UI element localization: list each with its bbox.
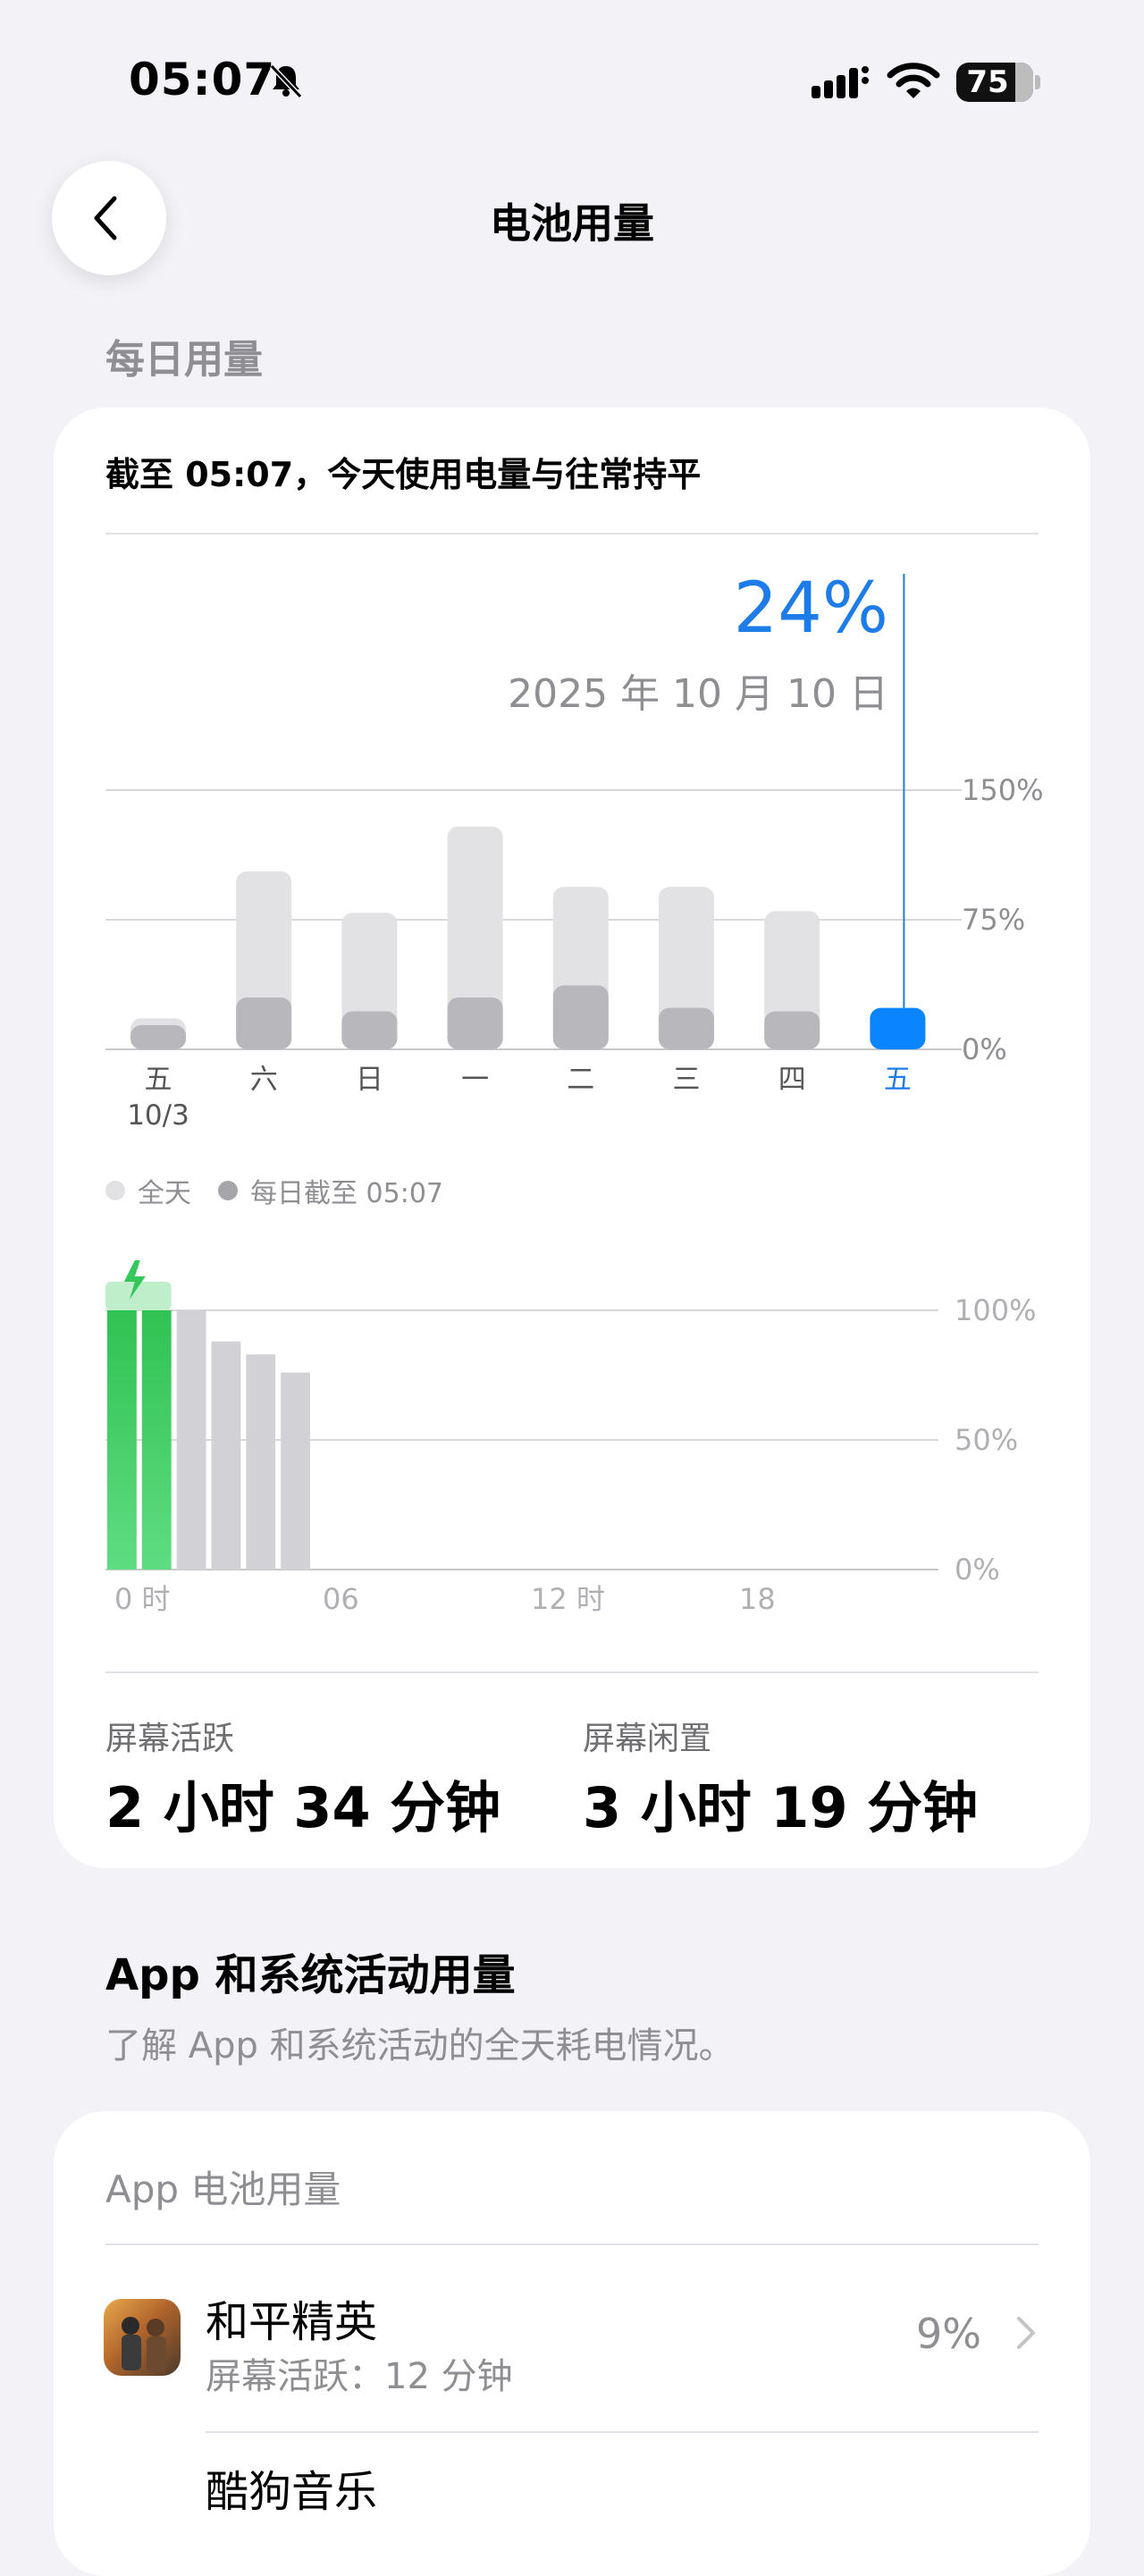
y-tick-label: 100%: [955, 1293, 1036, 1327]
bar-level: [246, 1354, 276, 1570]
app-name: 和平精英: [206, 2297, 378, 2347]
battery-level: 75: [966, 64, 1009, 100]
app-usage-header: App 电池用量: [105, 2168, 341, 2211]
bar-level: [211, 1341, 241, 1570]
divider: [206, 2431, 1039, 2433]
activity-section-title: App 和系统活动用量: [105, 1950, 516, 2000]
y-tick-label: 50%: [955, 1423, 1018, 1457]
daily-usage-header: 每日用量: [105, 337, 263, 383]
legend-dot-dark: [218, 1181, 238, 1200]
page-title: 电池用量: [490, 199, 654, 248]
wifi-icon: [887, 63, 940, 98]
battery-indicator: 75: [956, 63, 1040, 102]
daily-usage-chart[interactable]: 0%75%150%五10/3六日一二三四五: [54, 408, 1090, 1158]
app-usage-card: App 电池用量 和平精英 屏幕活跃：12 分钟 9% 酷狗音乐: [54, 2111, 1090, 2576]
day-label: 日: [356, 1064, 383, 1096]
bar-to-time: [659, 1007, 714, 1049]
day-label: 五: [145, 1064, 172, 1096]
screen-idle-value: 3 小时 19 分钟: [583, 1775, 979, 1840]
y-tick-label: 150%: [962, 773, 1043, 807]
y-tick-label: 0%: [962, 1032, 1007, 1066]
bar-to-time: [341, 1011, 398, 1049]
day-label: 四: [778, 1064, 806, 1096]
x-tick-label: 18: [739, 1582, 776, 1616]
silent-bell-icon: [269, 63, 303, 99]
status-time: 05:07: [129, 54, 276, 105]
activity-section-description: 了解 App 和系统活动的全天耗电情况。: [105, 2025, 735, 2067]
bar-to-time: [236, 998, 292, 1049]
legend-label-all-day: 全天: [138, 1178, 191, 1209]
x-tick-label: 06: [323, 1582, 359, 1616]
cellular-signal-icon: [812, 66, 869, 98]
x-tick-label: 12 时: [531, 1582, 605, 1616]
chart-legend: 全天 每日截至 05:07: [105, 1171, 470, 1210]
legend-label-to-time: 每日截至 05:07: [250, 1178, 443, 1209]
bar-level: [281, 1372, 310, 1570]
screen-active-label: 屏幕活跃: [105, 1721, 235, 1757]
bar-charging: [141, 1310, 172, 1570]
legend-dot-light: [105, 1181, 125, 1200]
day-label: 五: [884, 1064, 912, 1096]
app-percent: 9%: [916, 2310, 981, 2358]
day-label: 六: [250, 1064, 278, 1096]
day-label: 一: [461, 1064, 489, 1096]
app-name[interactable]: 酷狗音乐: [206, 2456, 377, 2519]
date-label: 10/3: [127, 1099, 189, 1132]
bar-level: [176, 1310, 206, 1570]
divider: [105, 1671, 1039, 1673]
y-tick-label: 0%: [955, 1553, 1000, 1587]
app-row[interactable]: 和平精英 屏幕活跃：12 分钟 9%: [54, 2245, 1090, 2442]
daily-usage-card: 截至 05:07，今天使用电量与往常持平 24% 2025 年 10 月 10 …: [54, 408, 1090, 1868]
day-label: 三: [673, 1064, 701, 1096]
bar-charging: [107, 1310, 137, 1570]
bar-to-time: [447, 998, 503, 1049]
bar-to-time: [552, 985, 609, 1049]
legend-item-to-time: 每日截至 05:07: [218, 1171, 443, 1210]
day-label: 二: [567, 1064, 594, 1096]
bar-to-time: [130, 1024, 186, 1049]
screen-idle-label: 屏幕闲置: [583, 1721, 712, 1757]
charging-cap: [105, 1282, 172, 1310]
app-icon-game: [104, 2299, 181, 2376]
legend-item-all-day: 全天: [105, 1171, 191, 1210]
x-tick-label: 0 时: [114, 1582, 171, 1616]
charging-bolt-icon: [123, 1260, 146, 1300]
chevron-right-icon: [1017, 2317, 1035, 2349]
bar-selected: [870, 1007, 926, 1049]
y-tick-label: 75%: [962, 903, 1025, 937]
app-screen-time: 屏幕活跃：12 分钟: [206, 2356, 513, 2397]
screen-active-value: 2 小时 34 分钟: [105, 1775, 501, 1840]
bar-to-time: [764, 1011, 820, 1049]
